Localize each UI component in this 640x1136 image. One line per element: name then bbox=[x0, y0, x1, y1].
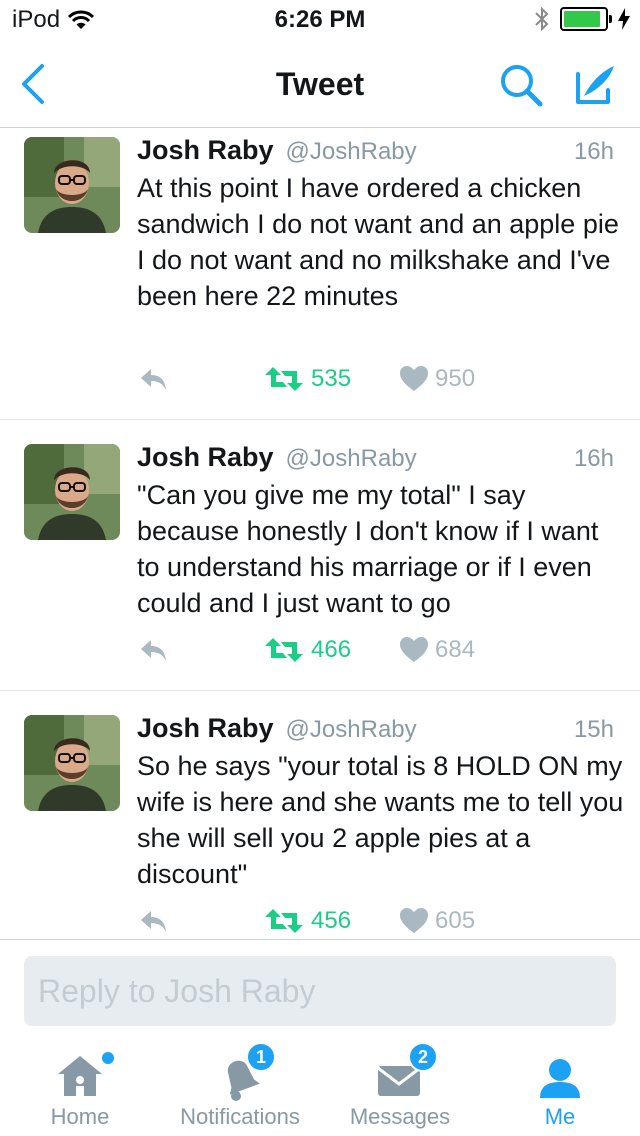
author-name[interactable]: Josh Raby bbox=[137, 442, 274, 473]
retweet-button[interactable]: 456 bbox=[263, 907, 351, 935]
tweet[interactable]: Josh Raby @JoshRaby 16h At this point I … bbox=[0, 129, 640, 420]
tweet-header: Josh Raby @JoshRaby 15h bbox=[137, 713, 614, 744]
status-bar: iPod 6:26 PM bbox=[0, 0, 640, 40]
tab-label: Me bbox=[544, 1104, 576, 1129]
retweet-icon bbox=[265, 367, 303, 391]
tweet-text: "Can you give me my total" I say because… bbox=[137, 480, 599, 618]
avatar[interactable] bbox=[24, 715, 120, 811]
tweet[interactable]: Josh Raby @JoshRaby 16h "Can you give me… bbox=[0, 420, 640, 691]
tweet-feed[interactable]: Josh Raby @JoshRaby 16h At this point I … bbox=[0, 129, 640, 939]
tab-bar: Home 1 Notifications 2 Messages Me bbox=[0, 1036, 640, 1136]
tweet-actions: 466 684 bbox=[137, 636, 557, 672]
avatar[interactable] bbox=[24, 137, 120, 233]
reply-button[interactable] bbox=[137, 365, 169, 393]
author-handle[interactable]: @JoshRaby bbox=[286, 716, 417, 744]
author-handle[interactable]: @JoshRaby bbox=[286, 445, 417, 473]
avatar-photo bbox=[24, 444, 120, 540]
notifications-badge: 1 bbox=[246, 1042, 276, 1072]
like-count: 950 bbox=[435, 365, 476, 392]
messages-badge: 2 bbox=[408, 1042, 438, 1072]
charging-icon bbox=[618, 8, 630, 30]
reply-icon bbox=[141, 640, 166, 661]
status-right bbox=[534, 6, 630, 32]
reply-icon bbox=[141, 369, 166, 390]
like-button[interactable]: 684 bbox=[399, 636, 475, 664]
tab-label: Notifications bbox=[180, 1104, 300, 1129]
home-icon bbox=[58, 1056, 102, 1096]
search-icon[interactable] bbox=[496, 60, 546, 110]
author-name[interactable]: Josh Raby bbox=[137, 135, 274, 166]
heart-icon bbox=[400, 366, 428, 391]
reply-icon bbox=[141, 911, 166, 932]
retweet-icon bbox=[265, 909, 303, 933]
battery-indicator bbox=[560, 7, 612, 31]
reply-input[interactable] bbox=[24, 956, 616, 1026]
author-handle[interactable]: @JoshRaby bbox=[286, 138, 417, 166]
retweet-button[interactable]: 535 bbox=[263, 365, 351, 393]
tab-label: Messages bbox=[349, 1104, 451, 1129]
retweet-count: 535 bbox=[311, 365, 352, 392]
tab-messages[interactable]: 2 Messages bbox=[320, 1036, 480, 1136]
avatar[interactable] bbox=[24, 444, 120, 540]
tweet-time: 16h bbox=[573, 445, 614, 472]
home-new-dot bbox=[102, 1052, 114, 1064]
retweet-button[interactable]: 466 bbox=[263, 636, 351, 664]
tweet-header: Josh Raby @JoshRaby 16h bbox=[137, 135, 614, 166]
retweet-count: 466 bbox=[311, 636, 352, 663]
nav-bar: Tweet bbox=[0, 40, 640, 128]
reply-button[interactable] bbox=[137, 907, 169, 935]
envelope-icon bbox=[377, 1066, 421, 1096]
tweet-time: 16h bbox=[573, 138, 614, 165]
tab-home[interactable]: Home bbox=[0, 1036, 160, 1136]
compose-icon[interactable] bbox=[570, 60, 620, 110]
tweet-text: At this point I have ordered a chicken s… bbox=[137, 173, 619, 311]
avatar-photo bbox=[24, 715, 120, 811]
retweet-count: 456 bbox=[311, 907, 352, 934]
reply-bar bbox=[0, 939, 640, 1035]
tab-notifications[interactable]: 1 Notifications bbox=[160, 1036, 320, 1136]
tweet-actions: 535 950 bbox=[137, 365, 557, 401]
retweet-icon bbox=[265, 638, 303, 662]
like-button[interactable]: 605 bbox=[399, 907, 475, 935]
tweet-time: 15h bbox=[573, 716, 614, 743]
tweet-text: So he says "your total is 8 HOLD ON my w… bbox=[137, 751, 624, 889]
like-count: 605 bbox=[435, 907, 476, 934]
reply-button[interactable] bbox=[137, 636, 169, 664]
heart-icon bbox=[400, 908, 428, 933]
like-button[interactable]: 950 bbox=[399, 365, 475, 393]
tab-me[interactable]: Me bbox=[480, 1036, 640, 1136]
avatar-photo bbox=[24, 137, 120, 233]
tab-label: Home bbox=[50, 1104, 110, 1129]
tweet-header: Josh Raby @JoshRaby 16h bbox=[137, 442, 614, 473]
tweet-actions: 456 605 bbox=[137, 907, 557, 939]
bell-icon bbox=[227, 1060, 260, 1101]
person-icon bbox=[540, 1059, 580, 1098]
like-count: 684 bbox=[435, 636, 476, 663]
heart-icon bbox=[400, 637, 428, 662]
tweet[interactable]: Josh Raby @JoshRaby 15h So he says "your… bbox=[0, 691, 640, 939]
bluetooth-icon bbox=[535, 6, 549, 32]
author-name[interactable]: Josh Raby bbox=[137, 713, 274, 744]
battery-fill bbox=[564, 11, 600, 27]
